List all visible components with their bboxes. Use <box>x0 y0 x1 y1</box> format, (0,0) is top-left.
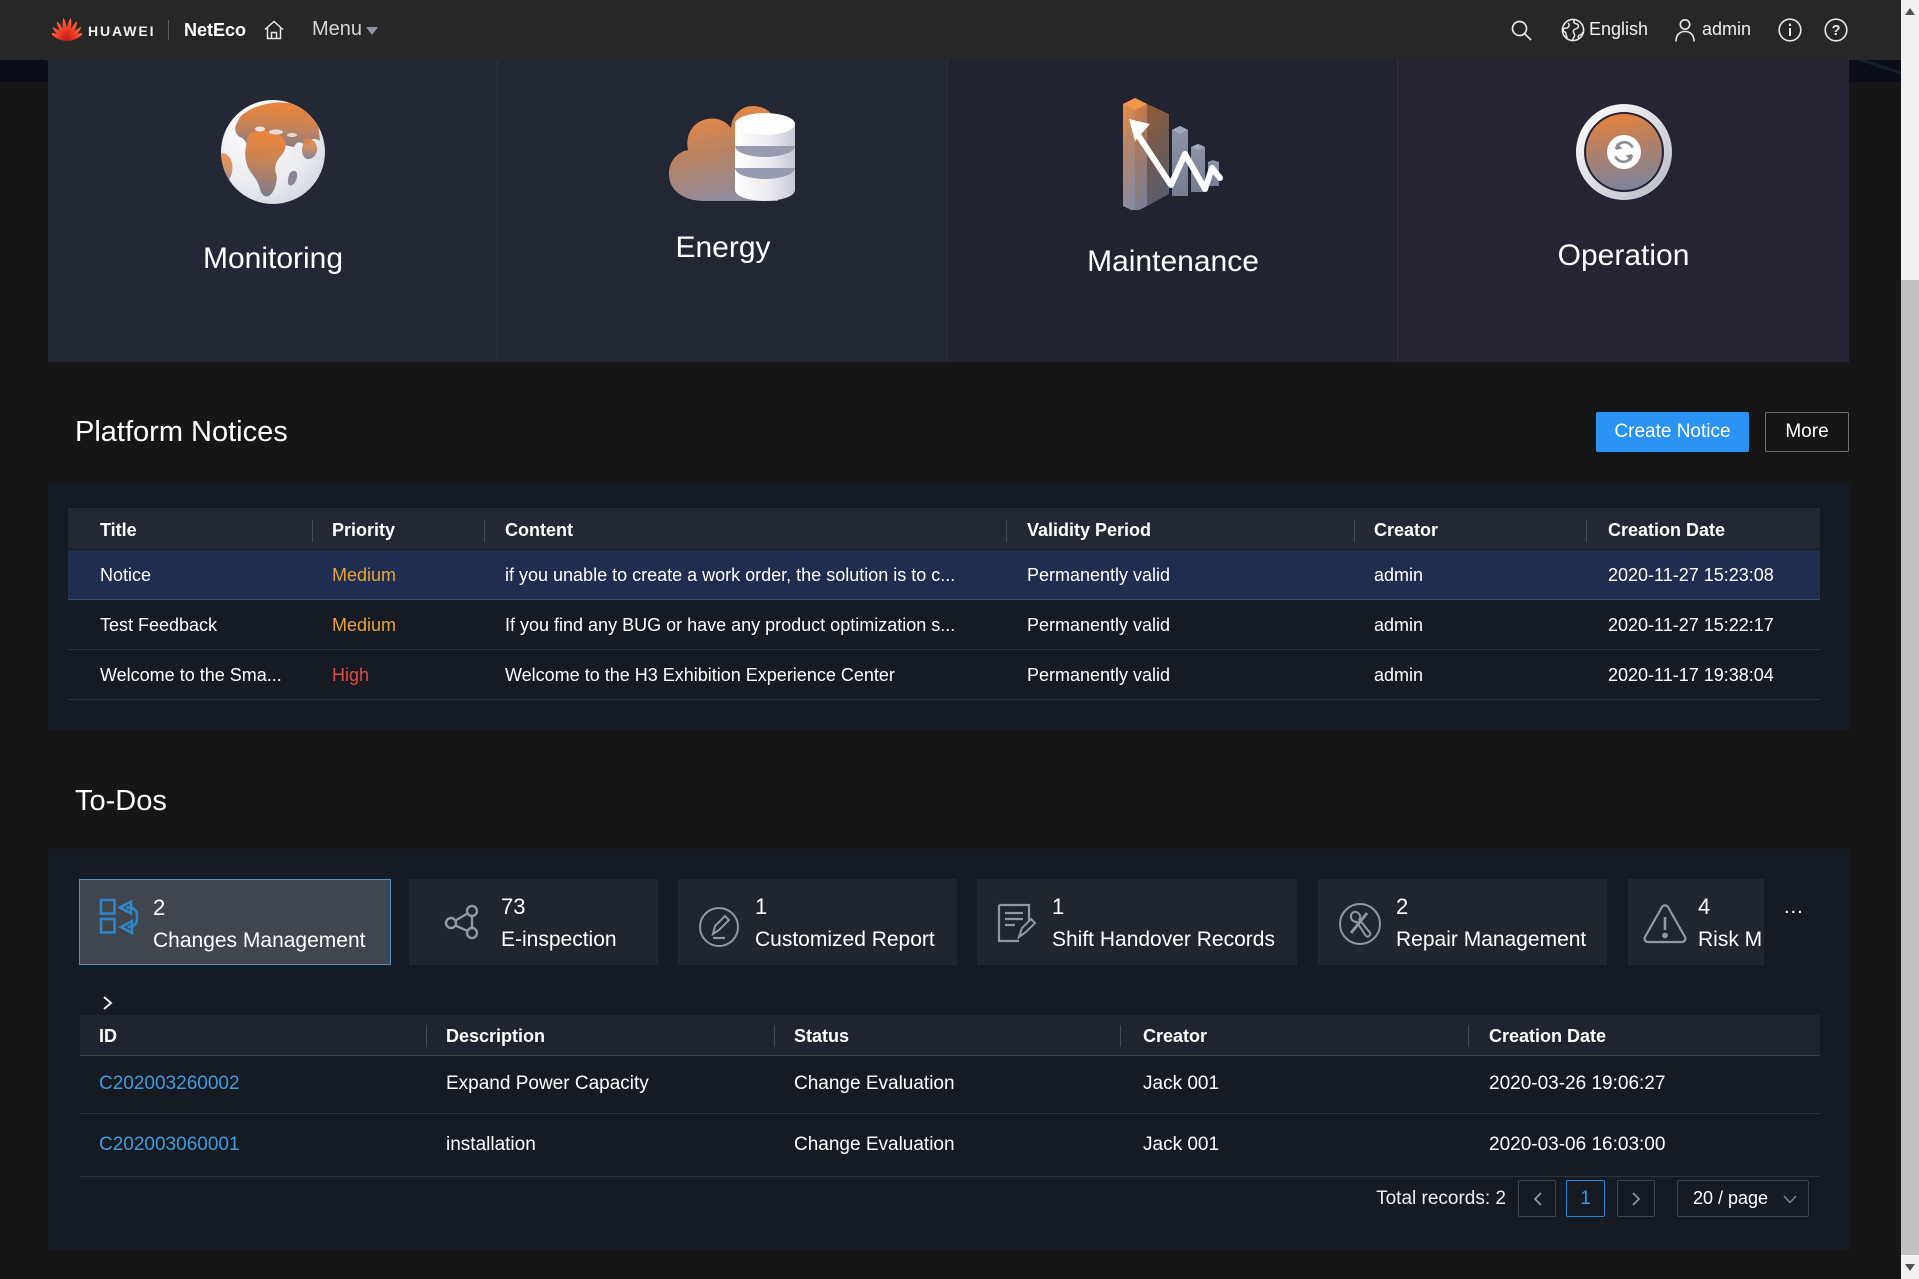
svg-text:?: ? <box>1832 23 1841 39</box>
